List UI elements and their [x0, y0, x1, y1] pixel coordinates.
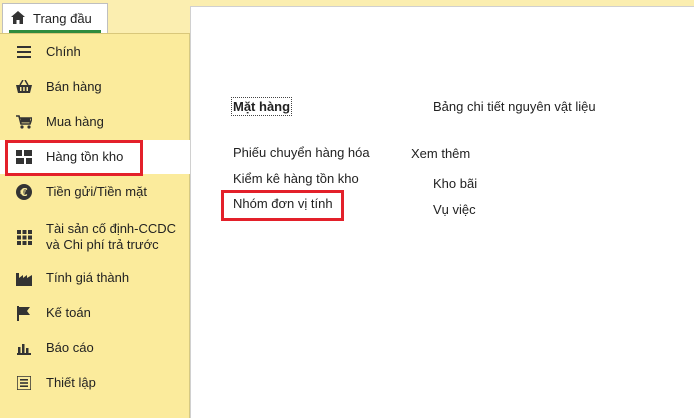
sidebar-item-tai-san[interactable]: Tài sản cố định-CCDC và Chi phí trả trướ…	[0, 219, 190, 255]
sidebar-item-chinh[interactable]: Chính	[0, 42, 190, 62]
grid-icon	[16, 229, 32, 245]
settings-list-icon	[16, 375, 32, 391]
basket-icon	[16, 79, 32, 95]
sidebar-item-label: Bán hàng	[46, 79, 102, 94]
flag-icon	[16, 305, 32, 321]
home-tab[interactable]: Trang đầu	[2, 3, 108, 33]
sidebar-item-ban-hang[interactable]: Bán hàng	[0, 77, 190, 97]
cart-icon	[16, 114, 32, 130]
sidebar-item-label: Thiết lập	[46, 375, 96, 390]
inventory-icon	[16, 149, 32, 165]
sidebar-item-label: Hàng tồn kho	[46, 149, 124, 164]
sidebar-item-label: Kế toán	[46, 305, 91, 320]
sidebar-item-label: Tiền gửi/Tiền mặt	[46, 184, 147, 199]
sidebar-item-tien-gui[interactable]: € Tiền gửi/Tiền mặt	[0, 182, 190, 202]
goods-transfer-link[interactable]: Phiếu chuyển hàng hóa	[233, 145, 370, 160]
unit-group-link[interactable]: Nhóm đơn vị tính	[233, 196, 333, 211]
svg-text:€: €	[19, 186, 28, 199]
euro-icon: €	[16, 184, 32, 200]
home-tab-label: Trang đầu	[33, 11, 92, 26]
sidebar-item-label: Tính giá thành	[46, 270, 130, 285]
sidebar-item-mua-hang[interactable]: Mua hàng	[0, 112, 190, 132]
sidebar-item-label: Mua hàng	[46, 114, 104, 129]
sidebar-item-bao-cao[interactable]: Báo cáo	[0, 338, 190, 358]
case-link[interactable]: Vụ việc	[433, 202, 476, 217]
sidebar-item-label: Tài sản cố định-CCDC và Chi phí trả trướ…	[46, 221, 176, 253]
sidebar: Chính Bán hàng Mua hàng Hàng tồn kho € T…	[0, 34, 190, 418]
sidebar-item-label: Báo cáo	[46, 340, 94, 355]
sidebar-item-label-line2: và Chi phí trả trước	[46, 237, 159, 252]
see-more-link[interactable]: Xem thêm	[411, 146, 470, 161]
sidebar-item-hang-ton-kho[interactable]: Hàng tồn kho	[0, 140, 190, 174]
sidebar-item-ke-toan[interactable]: Kế toán	[0, 303, 190, 323]
item-header-link[interactable]: Mặt hàng	[230, 97, 293, 116]
material-detail-link[interactable]: Bảng chi tiết nguyên vật liệu	[433, 99, 596, 114]
sidebar-item-tinh-gia-thanh[interactable]: Tính giá thành	[0, 268, 190, 288]
tab-underline	[9, 30, 101, 33]
factory-icon	[16, 270, 32, 286]
home-icon	[11, 10, 25, 27]
sidebar-item-thiet-lap[interactable]: Thiết lập	[0, 373, 190, 393]
sidebar-item-label: Chính	[46, 44, 81, 59]
inventory-check-link[interactable]: Kiểm kê hàng tồn kho	[233, 171, 359, 186]
sidebar-item-label-line1: Tài sản cố định-CCDC	[46, 221, 177, 236]
bar-chart-icon	[16, 340, 32, 356]
list-icon	[16, 44, 32, 60]
warehouse-link[interactable]: Kho bãi	[433, 176, 477, 191]
